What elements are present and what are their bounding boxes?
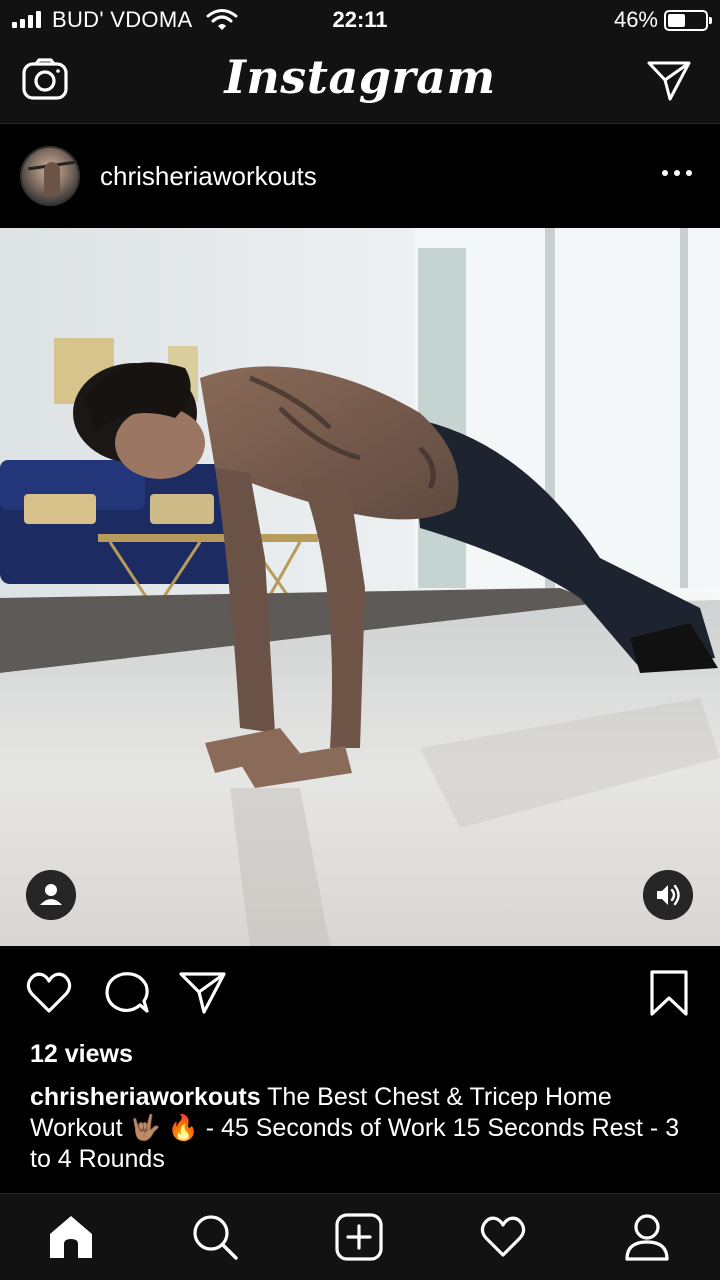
more-options-icon[interactable] [662,170,692,180]
battery-percent: 46% [613,7,658,32]
add-post-icon[interactable] [334,1212,384,1262]
status-time: 22:11 [332,7,388,32]
post-media-video[interactable] [0,228,720,946]
post-username[interactable]: chrisheriaworkouts [100,161,317,192]
direct-message-icon[interactable] [646,58,692,102]
comment-icon[interactable] [102,968,152,1018]
top-navigation: Instagram [0,40,720,124]
tag-people-icon[interactable] [26,870,76,920]
avatar[interactable] [20,146,80,206]
activity-heart-icon[interactable] [478,1212,528,1262]
post-actions [0,946,720,1040]
bookmark-icon[interactable] [644,968,694,1018]
battery-icon [664,10,712,31]
view-count[interactable]: 12 views [30,1040,133,1069]
caption-username[interactable]: chrisheriaworkouts [30,1083,261,1111]
heart-icon[interactable] [24,968,74,1018]
bottom-tab-bar [0,1193,720,1280]
workout-video-frame [0,228,720,946]
post-header: chrisheriaworkouts [0,124,720,228]
app-logo: Instagram [224,50,496,104]
post-caption: chrisheriaworkouts The Best Chest & Tric… [30,1082,700,1175]
sound-icon[interactable] [643,870,693,920]
profile-icon[interactable] [622,1212,672,1262]
status-bar: BUD' VDOMA 22:11 46% [0,0,720,40]
share-icon[interactable] [178,968,228,1018]
home-icon[interactable] [46,1212,96,1262]
search-icon[interactable] [190,1212,240,1262]
